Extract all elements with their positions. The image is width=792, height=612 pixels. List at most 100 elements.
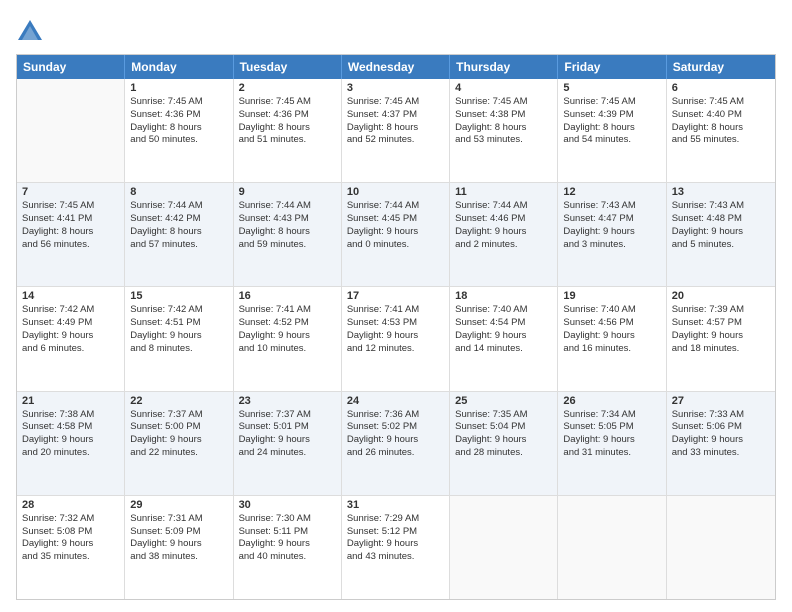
cell-info: Sunrise: 7:35 AM Sunset: 5:04 PM Dayligh… [455, 409, 552, 460]
day-number: 9 [239, 186, 336, 198]
calendar-cell: 31 Sunrise: 7:29 AM Sunset: 5:12 PM Dayli… [342, 496, 450, 599]
day-number: 23 [239, 395, 336, 407]
cell-info: Sunrise: 7:42 AM Sunset: 4:49 PM Dayligh… [22, 304, 119, 355]
day-number: 22 [130, 395, 227, 407]
cell-info: Sunrise: 7:40 AM Sunset: 4:54 PM Dayligh… [455, 304, 552, 355]
header-cell-saturday: Saturday [667, 55, 775, 79]
cell-info: Sunrise: 7:31 AM Sunset: 5:09 PM Dayligh… [130, 513, 227, 564]
cell-info: Sunrise: 7:45 AM Sunset: 4:36 PM Dayligh… [239, 96, 336, 147]
day-number: 20 [672, 290, 770, 302]
calendar-row-2: 14Sunrise: 7:42 AM Sunset: 4:49 PM Dayli… [17, 287, 775, 391]
day-number: 24 [347, 395, 444, 407]
calendar-cell: 10 Sunrise: 7:44 AM Sunset: 4:45 PM Dayli… [342, 183, 450, 286]
cell-info: Sunrise: 7:34 AM Sunset: 5:05 PM Dayligh… [563, 409, 660, 460]
day-number: 15 [130, 290, 227, 302]
logo-icon [16, 18, 44, 46]
calendar-cell [450, 496, 558, 599]
header-cell-wednesday: Wednesday [342, 55, 450, 79]
calendar-cell [667, 496, 775, 599]
day-number: 10 [347, 186, 444, 198]
calendar-cell [558, 496, 666, 599]
calendar-cell: 28 Sunrise: 7:32 AM Sunset: 5:08 PM Dayli… [17, 496, 125, 599]
cell-info: Sunrise: 7:36 AM Sunset: 5:02 PM Dayligh… [347, 409, 444, 460]
header-cell-tuesday: Tuesday [234, 55, 342, 79]
calendar-row-3: 21 Sunrise: 7:38 AM Sunset: 4:58 PM Dayli… [17, 392, 775, 496]
calendar-cell: 14Sunrise: 7:42 AM Sunset: 4:49 PM Dayli… [17, 287, 125, 390]
cell-info: Sunrise: 7:30 AM Sunset: 5:11 PM Dayligh… [239, 513, 336, 564]
calendar-row-4: 28 Sunrise: 7:32 AM Sunset: 5:08 PM Dayli… [17, 496, 775, 599]
cell-info: Sunrise: 7:45 AM Sunset: 4:37 PM Dayligh… [347, 96, 444, 147]
day-number: 31 [347, 499, 444, 511]
cell-info: Sunrise: 7:41 AM Sunset: 4:53 PM Dayligh… [347, 304, 444, 355]
calendar-cell: 2 Sunrise: 7:45 AM Sunset: 4:36 PM Daylig… [234, 79, 342, 182]
calendar-body: 1 Sunrise: 7:45 AM Sunset: 4:36 PM Daylig… [17, 79, 775, 599]
cell-info: Sunrise: 7:44 AM Sunset: 4:46 PM Dayligh… [455, 200, 552, 251]
day-number: 11 [455, 186, 552, 198]
cell-info: Sunrise: 7:29 AM Sunset: 5:12 PM Dayligh… [347, 513, 444, 564]
cell-info: Sunrise: 7:42 AM Sunset: 4:51 PM Dayligh… [130, 304, 227, 355]
day-number: 16 [239, 290, 336, 302]
cell-info: Sunrise: 7:33 AM Sunset: 5:06 PM Dayligh… [672, 409, 770, 460]
calendar-cell: 25Sunrise: 7:35 AM Sunset: 5:04 PM Dayli… [450, 392, 558, 495]
cell-info: Sunrise: 7:41 AM Sunset: 4:52 PM Dayligh… [239, 304, 336, 355]
calendar-cell: 12 Sunrise: 7:43 AM Sunset: 4:47 PM Dayli… [558, 183, 666, 286]
calendar-cell: 15 Sunrise: 7:42 AM Sunset: 4:51 PM Dayli… [125, 287, 233, 390]
cell-info: Sunrise: 7:39 AM Sunset: 4:57 PM Dayligh… [672, 304, 770, 355]
header [16, 12, 776, 46]
calendar-cell [17, 79, 125, 182]
calendar-cell: 20 Sunrise: 7:39 AM Sunset: 4:57 PM Dayli… [667, 287, 775, 390]
header-cell-thursday: Thursday [450, 55, 558, 79]
day-number: 1 [130, 82, 227, 94]
header-cell-sunday: Sunday [17, 55, 125, 79]
cell-info: Sunrise: 7:40 AM Sunset: 4:56 PM Dayligh… [563, 304, 660, 355]
calendar-cell: 11 Sunrise: 7:44 AM Sunset: 4:46 PM Dayli… [450, 183, 558, 286]
day-number: 13 [672, 186, 770, 198]
cell-info: Sunrise: 7:38 AM Sunset: 4:58 PM Dayligh… [22, 409, 119, 460]
day-number: 6 [672, 82, 770, 94]
day-number: 21 [22, 395, 119, 407]
calendar-cell: 23 Sunrise: 7:37 AM Sunset: 5:01 PM Dayli… [234, 392, 342, 495]
day-number: 8 [130, 186, 227, 198]
calendar-row-1: 7Sunrise: 7:45 AM Sunset: 4:41 PM Daylig… [17, 183, 775, 287]
day-number: 7 [22, 186, 119, 198]
logo [16, 16, 48, 46]
day-number: 17 [347, 290, 444, 302]
cell-info: Sunrise: 7:43 AM Sunset: 4:47 PM Dayligh… [563, 200, 660, 251]
calendar-cell: 18 Sunrise: 7:40 AM Sunset: 4:54 PM Dayli… [450, 287, 558, 390]
cell-info: Sunrise: 7:44 AM Sunset: 4:42 PM Dayligh… [130, 200, 227, 251]
cell-info: Sunrise: 7:45 AM Sunset: 4:39 PM Dayligh… [563, 96, 660, 147]
cell-info: Sunrise: 7:43 AM Sunset: 4:48 PM Dayligh… [672, 200, 770, 251]
day-number: 2 [239, 82, 336, 94]
day-number: 27 [672, 395, 770, 407]
calendar-row-0: 1 Sunrise: 7:45 AM Sunset: 4:36 PM Daylig… [17, 79, 775, 183]
calendar-cell: 22Sunrise: 7:37 AM Sunset: 5:00 PM Dayli… [125, 392, 233, 495]
cell-info: Sunrise: 7:32 AM Sunset: 5:08 PM Dayligh… [22, 513, 119, 564]
day-number: 29 [130, 499, 227, 511]
calendar-cell: 21 Sunrise: 7:38 AM Sunset: 4:58 PM Dayli… [17, 392, 125, 495]
calendar-cell: 13 Sunrise: 7:43 AM Sunset: 4:48 PM Dayli… [667, 183, 775, 286]
calendar-cell: 3 Sunrise: 7:45 AM Sunset: 4:37 PM Daylig… [342, 79, 450, 182]
calendar-cell: 5 Sunrise: 7:45 AM Sunset: 4:39 PM Daylig… [558, 79, 666, 182]
day-number: 5 [563, 82, 660, 94]
cell-info: Sunrise: 7:45 AM Sunset: 4:38 PM Dayligh… [455, 96, 552, 147]
calendar-cell: 9 Sunrise: 7:44 AM Sunset: 4:43 PM Daylig… [234, 183, 342, 286]
calendar-cell: 6 Sunrise: 7:45 AM Sunset: 4:40 PM Daylig… [667, 79, 775, 182]
day-number: 18 [455, 290, 552, 302]
calendar-cell: 8 Sunrise: 7:44 AM Sunset: 4:42 PM Daylig… [125, 183, 233, 286]
cell-info: Sunrise: 7:44 AM Sunset: 4:43 PM Dayligh… [239, 200, 336, 251]
calendar-cell: 19Sunrise: 7:40 AM Sunset: 4:56 PM Dayli… [558, 287, 666, 390]
calendar-cell: 16 Sunrise: 7:41 AM Sunset: 4:52 PM Dayli… [234, 287, 342, 390]
calendar-cell: 30 Sunrise: 7:30 AM Sunset: 5:11 PM Dayli… [234, 496, 342, 599]
day-number: 28 [22, 499, 119, 511]
calendar-cell: 24 Sunrise: 7:36 AM Sunset: 5:02 PM Dayli… [342, 392, 450, 495]
cell-info: Sunrise: 7:45 AM Sunset: 4:36 PM Dayligh… [130, 96, 227, 147]
calendar-cell: 26Sunrise: 7:34 AM Sunset: 5:05 PM Dayli… [558, 392, 666, 495]
cell-info: Sunrise: 7:37 AM Sunset: 5:01 PM Dayligh… [239, 409, 336, 460]
day-number: 12 [563, 186, 660, 198]
cell-info: Sunrise: 7:44 AM Sunset: 4:45 PM Dayligh… [347, 200, 444, 251]
day-number: 30 [239, 499, 336, 511]
day-number: 3 [347, 82, 444, 94]
cell-info: Sunrise: 7:45 AM Sunset: 4:40 PM Dayligh… [672, 96, 770, 147]
calendar-header-row: SundayMondayTuesdayWednesdayThursdayFrid… [17, 55, 775, 79]
page: SundayMondayTuesdayWednesdayThursdayFrid… [0, 0, 792, 612]
